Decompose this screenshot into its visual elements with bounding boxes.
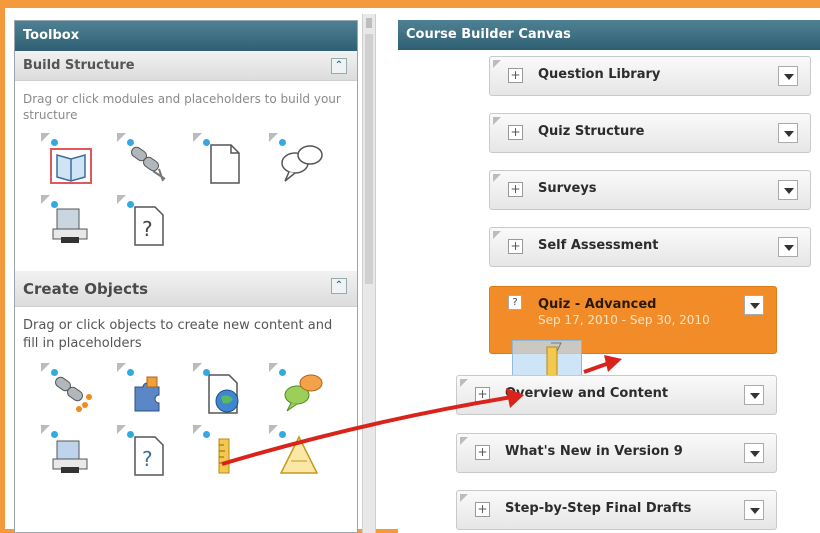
build-structure-title: Build Structure — [23, 58, 135, 73]
toolbox-panel: Toolbox Build Structure ⌃ Drag or click … — [14, 20, 358, 533]
quiz-icon: ? — [508, 295, 522, 310]
module-menu-button[interactable] — [744, 385, 764, 405]
expand-icon[interactable]: + — [508, 182, 523, 197]
collapse-icon[interactable]: ⌃ — [331, 58, 347, 74]
module-menu-button[interactable] — [778, 123, 798, 143]
chat-icon[interactable] — [267, 363, 331, 425]
module-menu-button[interactable] — [778, 66, 798, 86]
canvas-title: Course Builder Canvas — [398, 20, 820, 50]
expand-icon[interactable]: + — [508, 239, 523, 254]
build-structure-description: Drag or click modules and placeholders t… — [23, 92, 341, 122]
module-menu-button[interactable] — [778, 237, 798, 257]
module-question-library[interactable]: + Question Library — [489, 56, 811, 96]
module-menu-button[interactable] — [744, 295, 764, 315]
survey-icon[interactable] — [267, 425, 331, 487]
book-module-icon[interactable] — [39, 133, 103, 195]
module-label: Question Library — [538, 67, 661, 82]
module-step-by-step[interactable]: + Step-by-Step Final Drafts — [456, 490, 777, 530]
print-dropbox-icon[interactable] — [39, 195, 103, 257]
module-self-assessment[interactable]: + Self Assessment — [489, 227, 811, 267]
link-object-icon[interactable] — [39, 363, 103, 425]
expand-icon[interactable]: + — [475, 387, 490, 402]
create-objects-header[interactable]: Create Objects ⌃ — [15, 271, 357, 307]
module-menu-button[interactable] — [744, 443, 764, 463]
toolbox-title: Toolbox — [15, 21, 357, 51]
module-label: Quiz - Advanced — [538, 297, 657, 312]
build-structure-icons: ? — [15, 123, 357, 257]
create-objects-icons: ? — [15, 353, 357, 487]
scrollbar-thumb[interactable] — [365, 34, 373, 284]
expand-icon[interactable]: + — [475, 445, 490, 460]
question-page-icon[interactable]: ? — [115, 195, 179, 257]
link-placeholder-icon[interactable] — [115, 133, 179, 195]
expand-icon[interactable]: + — [508, 125, 523, 140]
module-overview-and-content[interactable]: + Overview and Content — [456, 375, 777, 415]
splitter-handle[interactable] — [366, 18, 372, 28]
module-surveys[interactable]: + Surveys — [489, 170, 811, 210]
web-page-icon[interactable] — [191, 363, 255, 425]
module-menu-button[interactable] — [778, 180, 798, 200]
svg-text:?: ? — [142, 217, 153, 241]
panel-splitter[interactable] — [362, 14, 376, 533]
discussion-icon[interactable] — [267, 133, 331, 195]
module-label: Surveys — [538, 181, 597, 196]
expand-icon[interactable]: + — [475, 502, 490, 517]
module-label: Self Assessment — [538, 238, 659, 253]
expand-icon[interactable]: + — [508, 68, 523, 83]
module-label: Quiz Structure — [538, 124, 645, 139]
blank-page-icon[interactable] — [191, 133, 255, 195]
create-objects-title: Create Objects — [23, 280, 149, 298]
ruler-icon[interactable] — [191, 425, 255, 487]
module-menu-button[interactable] — [744, 500, 764, 520]
dropbox-icon[interactable] — [39, 425, 103, 487]
module-label: Step-by-Step Final Drafts — [505, 501, 692, 516]
module-label: What's New in Version 9 — [505, 444, 683, 459]
module-quiz-structure[interactable]: + Quiz Structure — [489, 113, 811, 153]
module-label: Overview and Content — [505, 386, 669, 401]
quiz-icon[interactable]: ? — [115, 425, 179, 487]
puzzle-icon[interactable] — [115, 363, 179, 425]
build-structure-header[interactable]: Build Structure ⌃ — [15, 51, 357, 81]
create-objects-description: Drag or click objects to create new cont… — [23, 318, 333, 351]
collapse-icon[interactable]: ⌃ — [331, 278, 347, 294]
module-whats-new[interactable]: + What's New in Version 9 — [456, 433, 777, 473]
module-dates: Sep 17, 2010 - Sep 30, 2010 — [538, 313, 710, 327]
svg-text:?: ? — [142, 447, 153, 471]
